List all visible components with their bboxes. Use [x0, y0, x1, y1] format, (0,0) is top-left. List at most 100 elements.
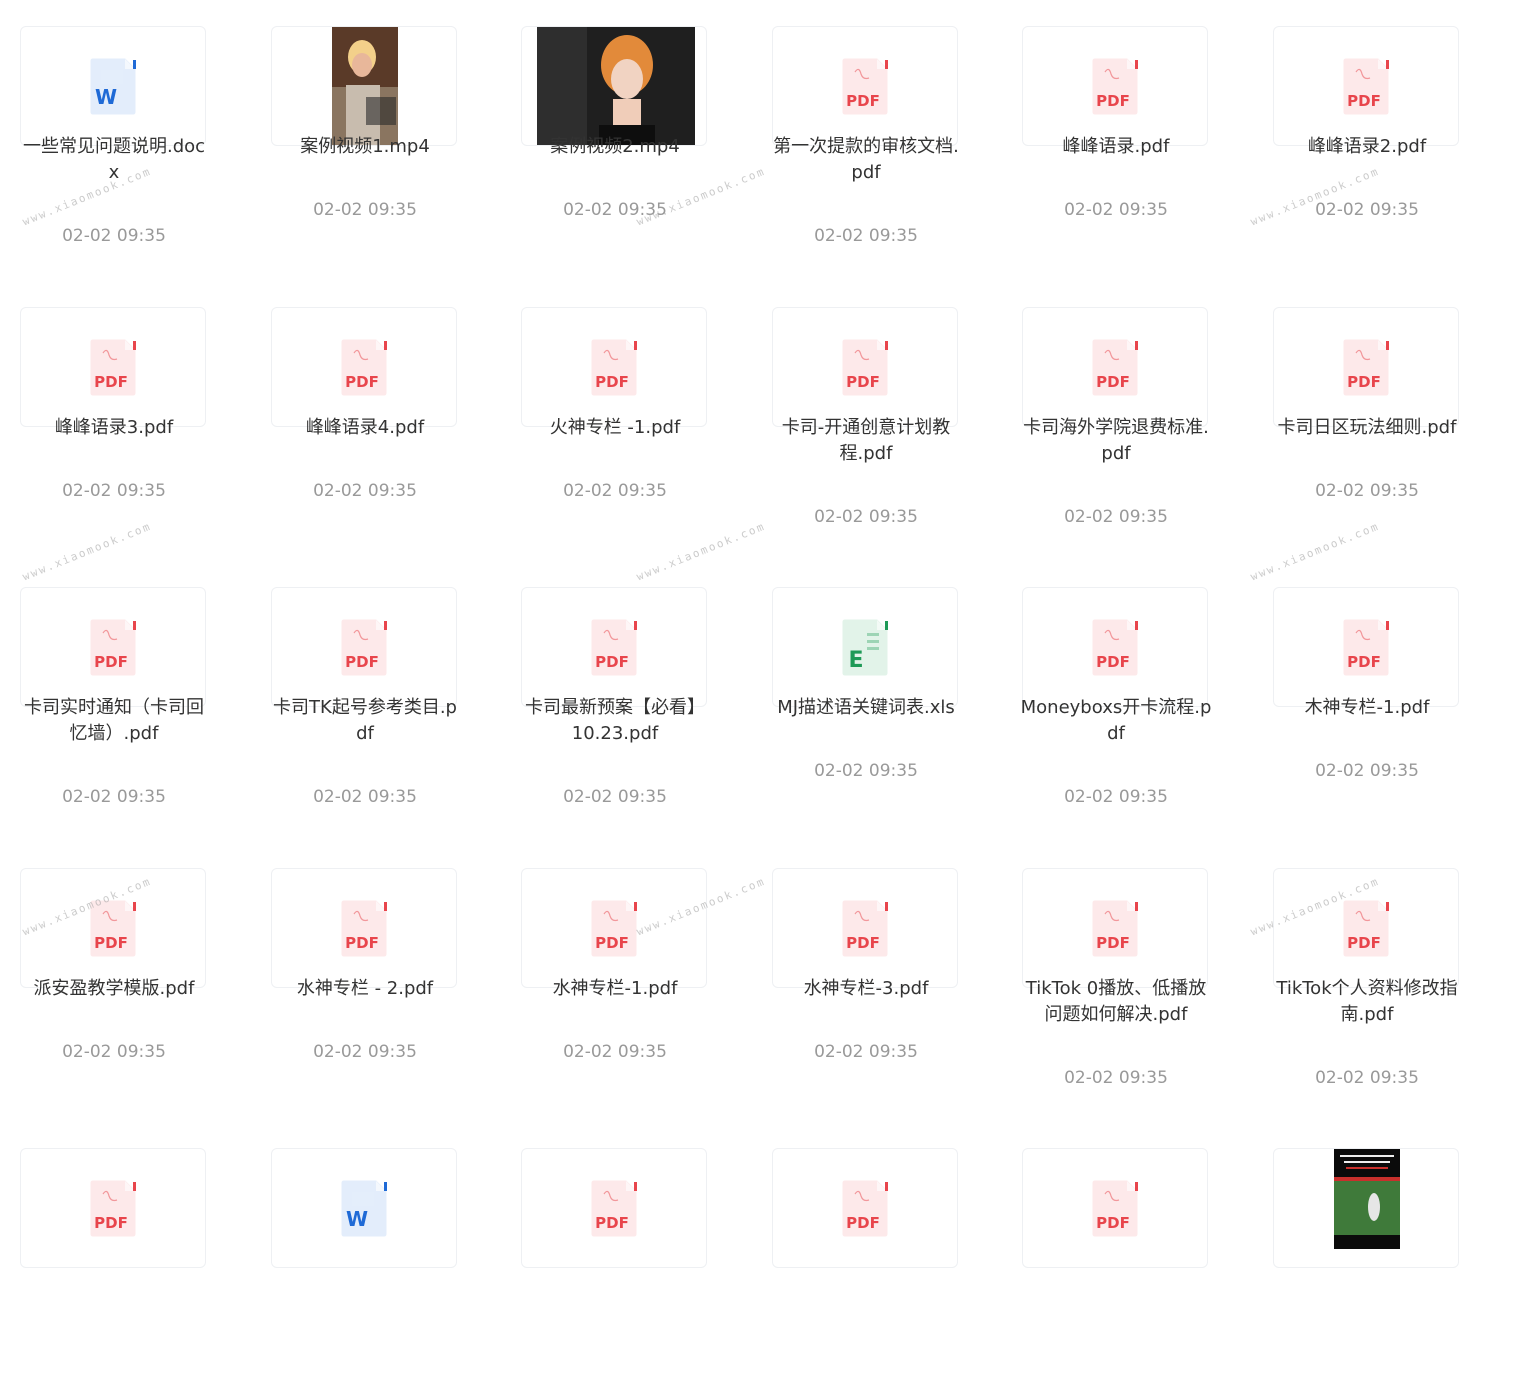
file-item[interactable]: PDF 派安盈教学模版.pdf 02-02 09:35 — [0, 842, 230, 1112]
pdf-file-icon: PDF — [1342, 900, 1390, 957]
file-date: 02-02 09:35 — [814, 761, 918, 781]
file-name: 卡司TK起号参考类目.p df — [273, 697, 457, 744]
file-thumbnail[interactable]: PDF — [521, 587, 707, 707]
file-item[interactable]: PDF — [1002, 1122, 1232, 1392]
file-name: 木神专栏-1.pdf — [1304, 697, 1430, 718]
file-item[interactable] — [1253, 1122, 1483, 1392]
file-item[interactable]: PDF — [501, 1122, 731, 1392]
file-date: 02-02 09:35 — [313, 1042, 417, 1062]
svg-text:PDF: PDF — [595, 934, 629, 952]
file-name: Moneyboxs开卡流程.p df — [1020, 697, 1212, 744]
file-item[interactable]: E MJ描述语关键词表.xls 02-02 09:35 — [752, 561, 982, 831]
file-thumbnail[interactable]: PDF — [1022, 26, 1208, 146]
svg-text:PDF: PDF — [595, 653, 629, 671]
file-thumbnail[interactable]: PDF — [772, 1148, 958, 1268]
svg-text:PDF: PDF — [1096, 934, 1130, 952]
video-thumbnail[interactable] — [1273, 1148, 1459, 1268]
file-thumbnail[interactable]: PDF — [772, 868, 958, 988]
file-thumbnail[interactable]: PDF — [1273, 26, 1459, 146]
pdf-file-icon: PDF — [1342, 339, 1390, 396]
file-item[interactable]: PDF — [0, 1122, 230, 1392]
file-date: 02-02 09:35 — [563, 1042, 667, 1062]
file-date: 02-02 09:35 — [313, 481, 417, 501]
pdf-file-icon: PDF — [1342, 58, 1390, 115]
file-item[interactable]: W 一些常见问题说明.doc x 02-02 09:35 — [0, 0, 230, 270]
file-item[interactable]: PDF 木神专栏-1.pdf 02-02 09:35 — [1253, 561, 1483, 831]
file-date: 02-02 09:35 — [563, 787, 667, 807]
file-item[interactable]: PDF Moneyboxs开卡流程.p df 02-02 09:35 — [1002, 561, 1232, 831]
svg-text:PDF: PDF — [1347, 934, 1381, 952]
file-item[interactable]: PDF 卡司TK起号参考类目.p df 02-02 09:35 — [251, 561, 481, 831]
file-item[interactable]: PDF 水神专栏 - 2.pdf 02-02 09:35 — [251, 842, 481, 1112]
file-name: 水神专栏-3.pdf — [803, 978, 929, 999]
file-thumbnail[interactable]: PDF — [20, 307, 206, 427]
file-item[interactable]: PDF 峰峰语录4.pdf 02-02 09:35 — [251, 281, 481, 551]
file-thumbnail[interactable]: PDF — [20, 1148, 206, 1268]
file-item[interactable]: PDF 水神专栏-1.pdf 02-02 09:35 — [501, 842, 731, 1112]
pdf-file-icon: PDF — [841, 1180, 889, 1237]
file-thumbnail[interactable]: PDF — [772, 307, 958, 427]
file-thumbnail[interactable]: PDF — [271, 587, 457, 707]
file-item[interactable]: 案例视频2.mp4 02-02 09:35 — [501, 0, 731, 270]
file-name: 卡司最新预案【必看】 10.23.pdf — [525, 697, 705, 744]
file-thumbnail[interactable]: PDF — [772, 26, 958, 146]
file-item[interactable]: PDF 峰峰语录.pdf 02-02 09:35 — [1002, 0, 1232, 270]
file-item[interactable]: 案例视频1.mp4 02-02 09:35 — [251, 0, 481, 270]
file-date: 02-02 09:35 — [1064, 787, 1168, 807]
file-thumbnail[interactable]: PDF — [1022, 307, 1208, 427]
file-name: MJ描述语关键词表.xls — [777, 697, 955, 718]
word-file-icon: W — [340, 1180, 388, 1237]
pdf-file-icon: PDF — [1342, 619, 1390, 676]
file-item[interactable]: PDF 卡司日区玩法细则.pdf 02-02 09:35 — [1253, 281, 1483, 551]
file-thumbnail[interactable]: PDF — [271, 868, 457, 988]
file-thumbnail[interactable]: PDF — [20, 587, 206, 707]
file-thumbnail[interactable]: PDF — [1273, 307, 1459, 427]
file-thumbnail[interactable]: PDF — [521, 307, 707, 427]
svg-text:PDF: PDF — [846, 934, 880, 952]
svg-text:PDF: PDF — [94, 653, 128, 671]
file-name: 火神专栏 -1.pdf — [549, 417, 681, 438]
svg-text:PDF: PDF — [846, 1214, 880, 1232]
file-thumbnail[interactable]: PDF — [521, 1148, 707, 1268]
file-name: 水神专栏 - 2.pdf — [296, 978, 434, 999]
file-thumbnail[interactable]: W — [271, 1148, 457, 1268]
file-name: 峰峰语录2.pdf — [1307, 136, 1427, 157]
file-date: 02-02 09:35 — [814, 1042, 918, 1062]
file-date: 02-02 09:35 — [62, 481, 166, 501]
file-item[interactable]: PDF 卡司最新预案【必看】 10.23.pdf 02-02 09:35 — [501, 561, 731, 831]
pdf-file-icon: PDF — [340, 619, 388, 676]
file-item[interactable]: PDF — [752, 1122, 982, 1392]
video-thumbnail[interactable] — [271, 26, 457, 146]
file-thumbnail[interactable]: W — [20, 26, 206, 146]
file-date: 02-02 09:35 — [1064, 507, 1168, 527]
file-item[interactable]: PDF 水神专栏-3.pdf 02-02 09:35 — [752, 842, 982, 1112]
pdf-file-icon: PDF — [1091, 58, 1139, 115]
file-item[interactable]: PDF 火神专栏 -1.pdf 02-02 09:35 — [501, 281, 731, 551]
pdf-file-icon: PDF — [841, 339, 889, 396]
file-item[interactable]: PDF 峰峰语录2.pdf 02-02 09:35 — [1253, 0, 1483, 270]
file-item[interactable]: W — [251, 1122, 481, 1392]
file-item[interactable]: PDF 第一次提款的审核文档. pdf 02-02 09:35 — [752, 0, 982, 270]
video-thumbnail[interactable] — [521, 26, 707, 146]
file-date: 02-02 09:35 — [563, 481, 667, 501]
pdf-file-icon: PDF — [590, 900, 638, 957]
svg-text:PDF: PDF — [846, 92, 880, 110]
file-name: 卡司实时通知（卡司回 忆墙）.pdf — [24, 697, 204, 744]
file-item[interactable]: PDF 卡司海外学院退费标准. pdf 02-02 09:35 — [1002, 281, 1232, 551]
file-thumbnail[interactable]: PDF — [271, 307, 457, 427]
file-thumbnail[interactable]: PDF — [1022, 868, 1208, 988]
file-item[interactable]: PDF TikTok 0播放、低播放 问题如何解决.pdf 02-02 09:35 — [1002, 842, 1232, 1112]
svg-text:PDF: PDF — [345, 934, 379, 952]
file-thumbnail[interactable]: PDF — [1022, 587, 1208, 707]
file-thumbnail[interactable]: PDF — [1273, 587, 1459, 707]
file-item[interactable]: PDF 卡司实时通知（卡司回 忆墙）.pdf 02-02 09:35 — [0, 561, 230, 831]
pdf-file-icon: PDF — [590, 619, 638, 676]
file-thumbnail[interactable]: PDF — [521, 868, 707, 988]
file-thumbnail[interactable]: PDF — [1022, 1148, 1208, 1268]
word-file-icon: W — [89, 58, 137, 115]
file-item[interactable]: PDF 峰峰语录3.pdf 02-02 09:35 — [0, 281, 230, 551]
file-thumbnail[interactable]: E — [772, 587, 958, 707]
file-date: 02-02 09:35 — [814, 226, 918, 246]
file-name: 派安盈教学模版.pdf — [33, 978, 195, 999]
file-item[interactable]: PDF 卡司-开通创意计划教 程.pdf 02-02 09:35 — [752, 281, 982, 551]
